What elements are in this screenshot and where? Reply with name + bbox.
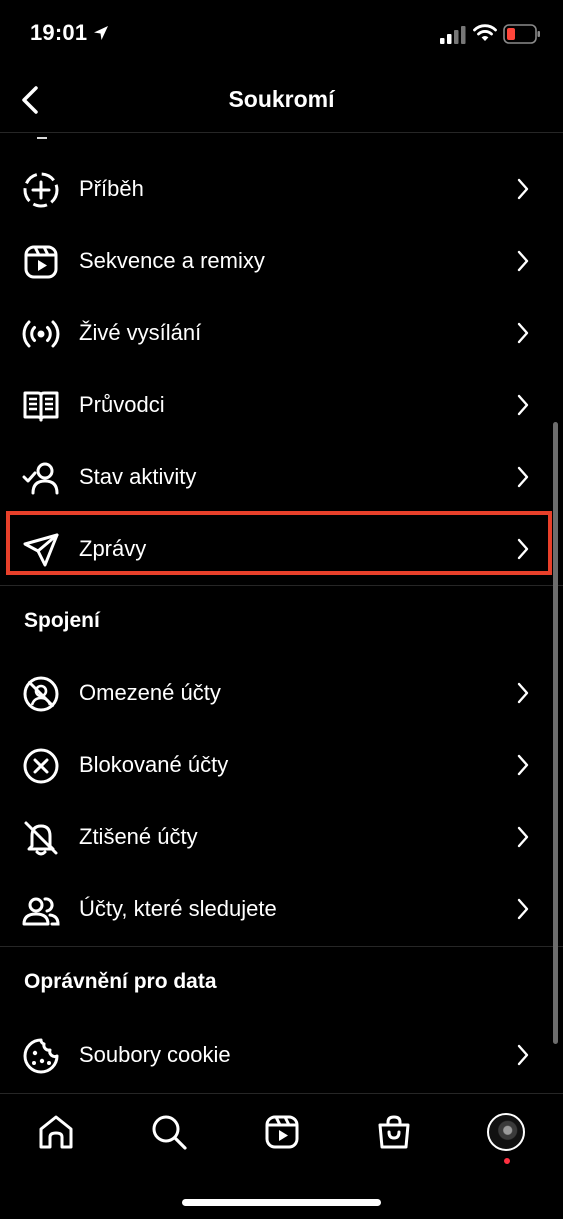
status-time: 19:01 [30,20,88,45]
following-people-icon [22,891,60,929]
blocked-icon [22,747,60,785]
chevron-right-icon [516,178,530,205]
tab-shop[interactable] [374,1114,414,1154]
row-label: Blokované účty [79,752,229,777]
chevron-right-icon [516,754,530,781]
row-label: Průvodci [79,392,165,417]
tab-search[interactable] [149,1114,189,1154]
page-title: Soukromí [228,86,335,112]
notification-dot [504,1158,510,1164]
row-activity-status[interactable]: Stav aktivity [0,441,563,513]
battery-icon [503,24,541,49]
section-divider [0,946,563,947]
row-label: Stav aktivity [79,464,197,489]
story-add-icon [22,171,60,209]
navigation-bar: Soukromí [0,70,563,132]
section-divider [0,585,563,586]
row-following-accounts[interactable]: Účty, které sledujete [0,873,563,945]
chevron-right-icon [516,898,530,925]
row-story[interactable]: Příběh [0,153,563,225]
row-label: Živé vysílání [79,320,202,345]
chevron-right-icon [516,682,530,709]
cellular-signal-icon [440,26,466,49]
row-label: Omezené účty [79,680,221,705]
restricted-icon [22,675,60,713]
location-arrow-icon [92,24,110,47]
row-label: Soubory cookie [79,1042,231,1067]
tab-reels[interactable] [262,1114,302,1154]
reels-icon [22,243,60,281]
partial-row-icon [37,133,47,139]
highlight-box [6,511,552,575]
chevron-right-icon [516,394,530,421]
section-title-connections: Spojení [24,609,100,632]
row-blocked-accounts[interactable]: Blokované účty [0,729,563,801]
row-reels[interactable]: Sekvence a remixy [0,225,563,297]
row-label: Ztišené účty [79,824,198,849]
row-muted-accounts[interactable]: Ztišené účty [0,801,563,873]
activity-status-icon [22,459,60,497]
chevron-right-icon [516,250,530,277]
chevron-right-icon [516,466,530,493]
row-cookies[interactable]: Soubory cookie [0,1019,563,1091]
search-icon [150,1113,188,1156]
cookie-icon [22,1037,60,1075]
wifi-icon [473,23,497,48]
guides-book-icon [22,387,60,425]
reels-icon [263,1113,301,1156]
row-guides[interactable]: Průvodci [0,369,563,441]
profile-avatar[interactable] [487,1113,525,1151]
chevron-right-icon [516,826,530,853]
scrollbar[interactable] [553,422,558,1044]
row-label: Příběh [79,176,144,201]
settings-list: Příběh Sekvence a remixy Živé vysílání P… [0,133,563,1093]
row-label: Sekvence a remixy [79,248,265,273]
row-restricted-accounts[interactable]: Omezené účty [0,657,563,729]
home-indicator[interactable] [182,1199,381,1206]
home-icon [37,1113,75,1156]
muted-bell-icon [22,819,60,857]
live-broadcast-icon [22,315,60,353]
shop-icon [375,1113,413,1156]
tab-home[interactable] [36,1114,76,1154]
section-title-data-permissions: Oprávnění pro data [24,970,217,993]
status-bar: 19:01 [0,0,563,70]
chevron-right-icon [516,1044,530,1071]
chevron-right-icon [516,322,530,349]
row-label: Účty, které sledujete [79,896,277,921]
row-live[interactable]: Živé vysílání [0,297,563,369]
